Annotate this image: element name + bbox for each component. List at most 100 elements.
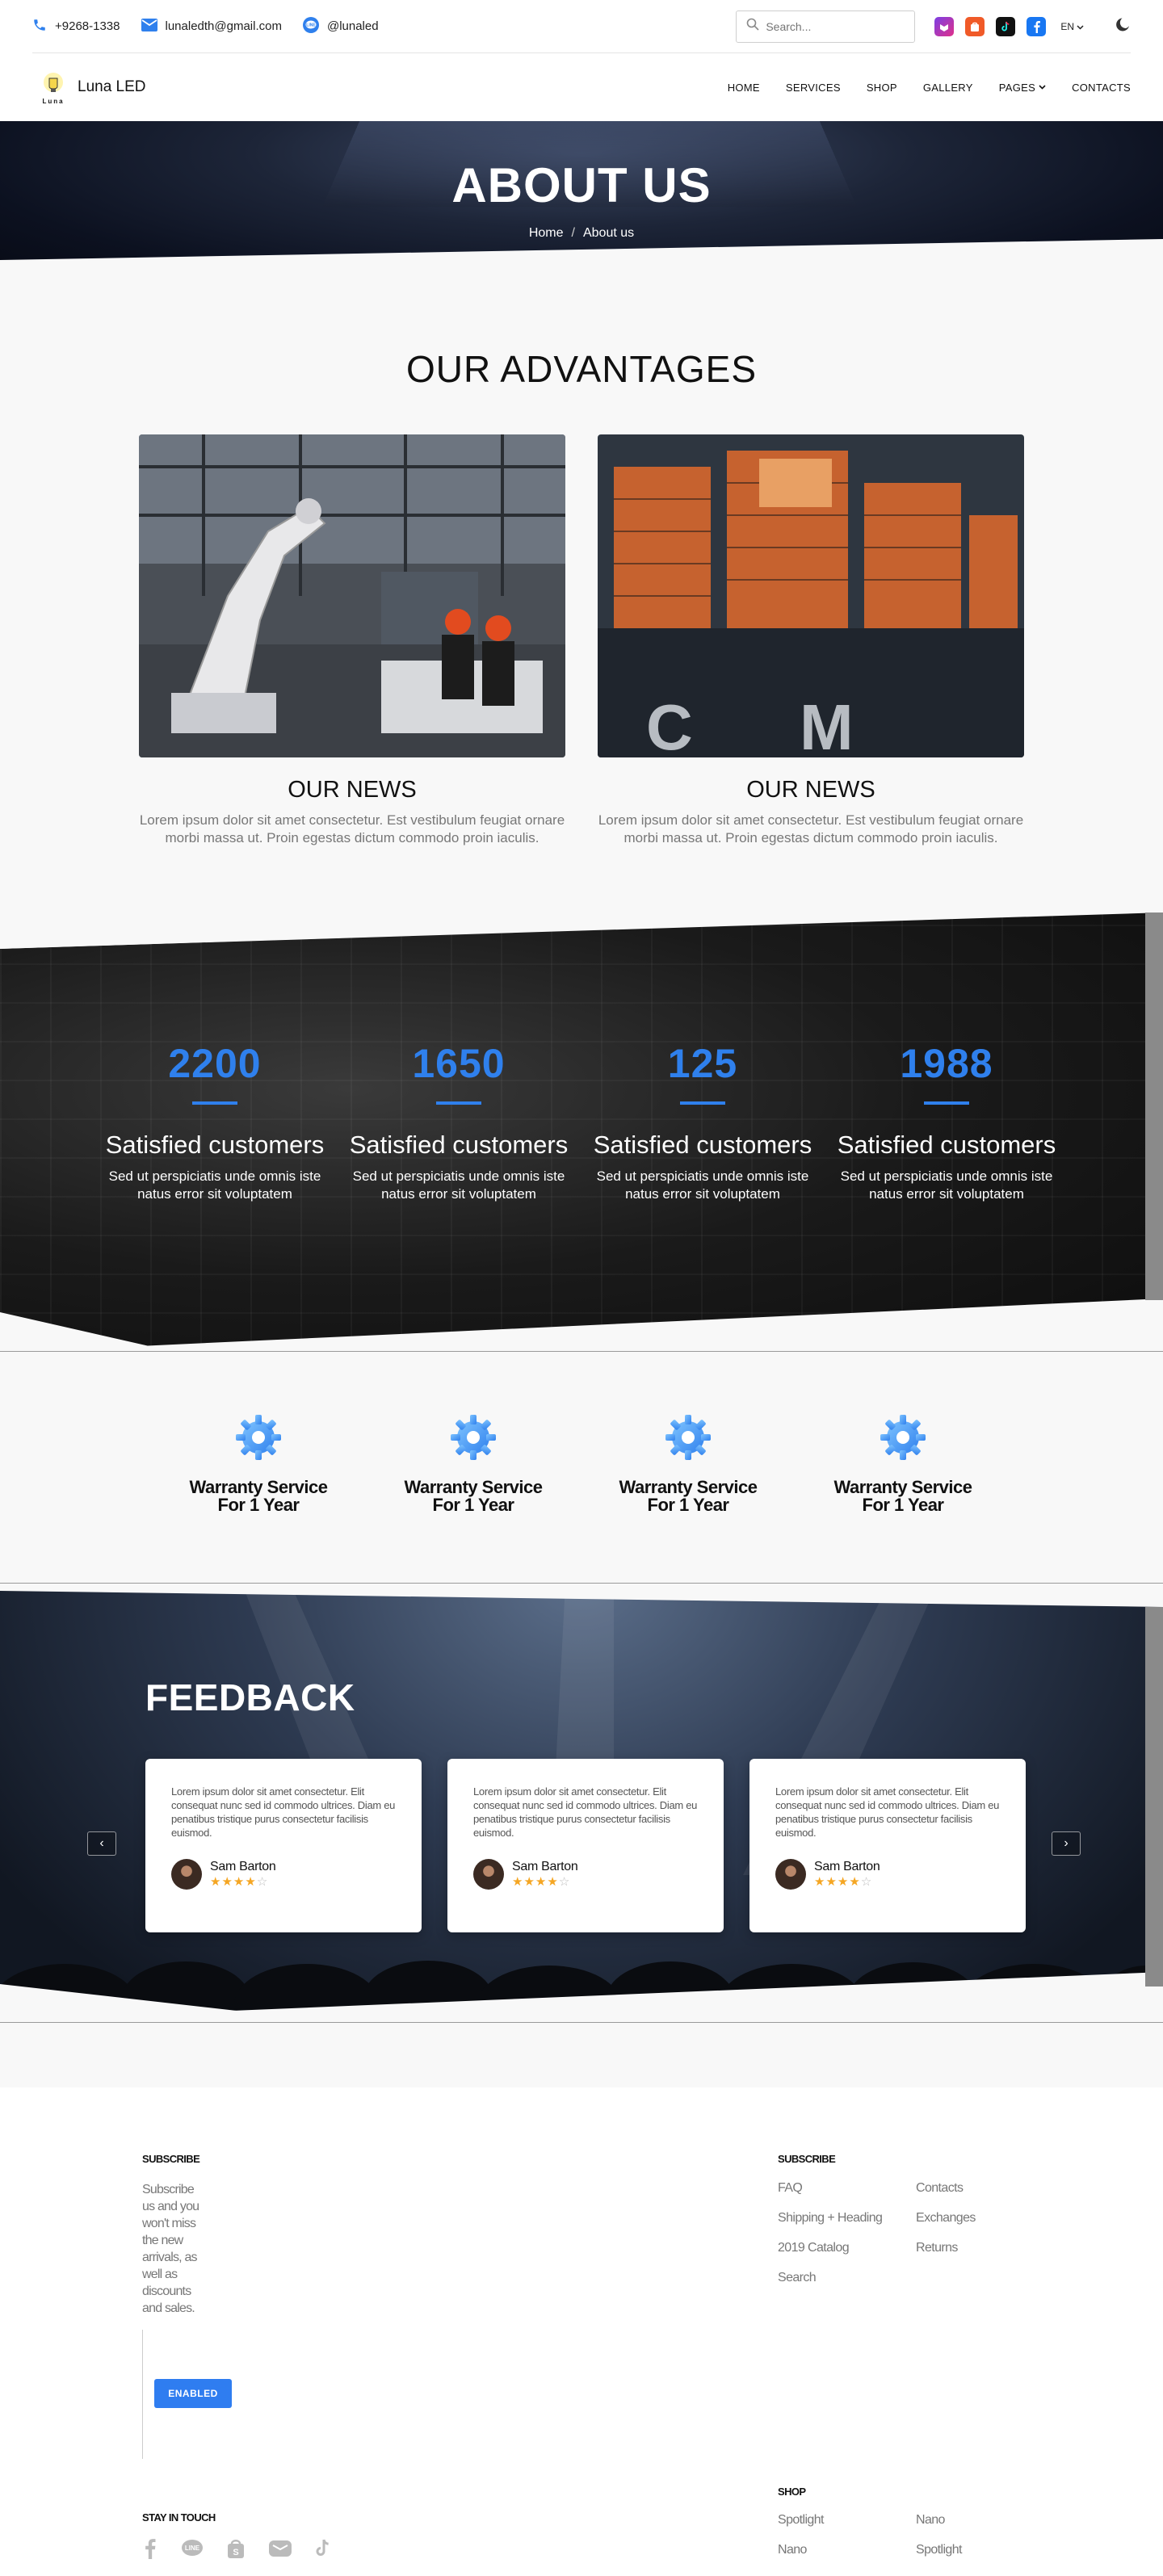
- warranty-line2: For 1 Year: [217, 1495, 300, 1515]
- star-empty-icon: ☆: [860, 1875, 873, 1889]
- star-icon: ★: [523, 1875, 535, 1889]
- brand-logo: Luna: [37, 71, 69, 105]
- star-icon: ★: [512, 1875, 524, 1889]
- nav-pages-label: PAGES: [998, 81, 1036, 94]
- stat-number: 125: [667, 1041, 738, 1086]
- mail-icon: [141, 18, 157, 35]
- line-contact[interactable]: LINE @lunaled: [302, 16, 379, 36]
- footer-link-exchanges[interactable]: Exchanges: [916, 2211, 976, 2226]
- stats-scrollbar[interactable]: [1145, 913, 1163, 1300]
- nav-shop[interactable]: SHOP: [867, 82, 897, 94]
- gear-icon: [665, 1415, 711, 1460]
- star-icon: ★: [535, 1875, 548, 1889]
- shop-link-nano[interactable]: Nano: [916, 2513, 945, 2528]
- testimonial-card[interactable]: Lorem ipsum dolor sit amet consectetur. …: [749, 1759, 1026, 1932]
- advantage-heading: OUR NEWS: [746, 777, 875, 803]
- tiktok-icon[interactable]: [996, 16, 1016, 36]
- dark-mode-toggle[interactable]: [1115, 16, 1131, 36]
- star-icon: ★: [837, 1875, 850, 1889]
- lazada-icon[interactable]: [268, 2539, 292, 2558]
- footer-link-search[interactable]: Search: [778, 2271, 817, 2285]
- shop-link-spotlight[interactable]: Spotlight: [916, 2543, 962, 2557]
- nav-pages[interactable]: PAGES: [999, 82, 1046, 94]
- testimonial-text: Lorem ipsum dolor sit amet consectetur. …: [473, 1785, 698, 1839]
- enabled-button[interactable]: ENABLED: [154, 2379, 232, 2408]
- gear-icon: [880, 1415, 926, 1460]
- lazada-icon[interactable]: [934, 16, 955, 36]
- top-right-group: EN: [736, 10, 1131, 43]
- warranty-item: Warranty Service For 1 Year: [393, 1412, 554, 1514]
- factory-robot-image: [139, 434, 565, 757]
- footer-social-icons: LINE S: [142, 2538, 331, 2559]
- warranty-line2: For 1 Year: [432, 1495, 515, 1515]
- svg-text:M: M: [800, 691, 854, 757]
- brand-name: Luna LED: [78, 78, 146, 95]
- language-selector[interactable]: EN: [1060, 21, 1084, 32]
- advantage-text: Lorem ipsum dolor sit amet consectetur. …: [139, 812, 565, 845]
- feedback-scrollbar[interactable]: [1145, 1607, 1163, 1987]
- testimonial-card[interactable]: Lorem ipsum dolor sit amet consectetur. …: [145, 1759, 422, 1932]
- search-box[interactable]: [736, 10, 916, 43]
- moon-icon: [1116, 18, 1129, 31]
- stat-underline: [680, 1101, 725, 1105]
- advantage-card[interactable]: OUR NEWS Lorem ipsum dolor sit amet cons…: [139, 434, 565, 847]
- search-input[interactable]: [766, 19, 896, 33]
- warranty-label: Warranty Service For 1 Year: [607, 1479, 769, 1514]
- subscribe-text: Subscribe us and you won't miss the new …: [142, 2183, 199, 2315]
- testimonial-card[interactable]: Lorem ipsum dolor sit amet consectetur. …: [447, 1759, 724, 1932]
- prev-button[interactable]: ‹: [87, 1831, 116, 1856]
- stat-item: 1988 Satisfied customers Sed ut perspici…: [825, 1040, 1068, 1203]
- star-empty-icon: ☆: [558, 1875, 571, 1889]
- warranty-item: Warranty Service For 1 Year: [607, 1412, 769, 1514]
- phone-contact[interactable]: +9268-1338: [32, 18, 120, 36]
- stat-heading: Satisfied customers: [349, 1131, 569, 1159]
- nav-gallery[interactable]: GALLERY: [923, 82, 973, 94]
- shop-link-nano[interactable]: Nano: [778, 2543, 807, 2557]
- nav-services[interactable]: SERVICES: [786, 82, 841, 94]
- footer-link-returns[interactable]: Returns: [916, 2241, 958, 2255]
- email-address: lunaledth@gmail.com: [165, 19, 282, 33]
- links-heading: SUBSCRIBE: [778, 2153, 836, 2165]
- star-rating: ★★★★☆: [814, 1874, 880, 1889]
- subscribe-divider: [142, 2330, 143, 2459]
- chevron-left-icon: ‹: [99, 1836, 104, 1850]
- top-bar: +9268-1338 lunaledth@gmail.com LINE @lun…: [0, 0, 1163, 53]
- stay-in-touch-heading: STAY IN TOUCH: [142, 2511, 216, 2524]
- testimonial-author: Sam Barton ★★★★☆: [775, 1859, 1001, 1890]
- line-icon[interactable]: LINE: [181, 2539, 204, 2558]
- next-button[interactable]: ›: [1052, 1831, 1081, 1856]
- container-ship-image: C M: [598, 434, 1024, 757]
- star-icon: ★: [547, 1875, 559, 1889]
- shop-link-spotlight[interactable]: Spotlight: [778, 2513, 824, 2528]
- footer-link-catalog[interactable]: 2019 Catalog: [778, 2241, 850, 2255]
- stat-heading: Satisfied customers: [837, 1131, 1056, 1159]
- facebook-icon[interactable]: [1027, 16, 1047, 36]
- advantage-card[interactable]: C M OUR NEWS Lorem ipsum dolor sit amet …: [598, 434, 1024, 847]
- warranty-item: Warranty Service For 1 Year: [822, 1412, 984, 1514]
- warranty-line2: For 1 Year: [647, 1495, 730, 1515]
- email-contact[interactable]: lunaledth@gmail.com: [141, 18, 282, 35]
- nav-contacts[interactable]: CONTACTS: [1072, 82, 1131, 94]
- tiktok-icon[interactable]: [315, 2539, 331, 2558]
- testimonial-text: Lorem ipsum dolor sit amet consectetur. …: [171, 1785, 396, 1839]
- contact-info: +9268-1338 lunaledth@gmail.com LINE @lun…: [32, 16, 379, 36]
- gear-icon: [451, 1415, 496, 1460]
- feedback-title: FEEDBACK: [145, 1676, 355, 1718]
- shopee-icon[interactable]: S: [226, 2538, 246, 2559]
- footer-link-shipping[interactable]: Shipping + Heading: [778, 2211, 883, 2226]
- advantage-heading: OUR NEWS: [288, 777, 417, 803]
- advantages-title: OUR ADVANTAGES: [405, 348, 758, 390]
- stat-text: Sed ut perspiciatis unde omnis iste natu…: [840, 1168, 1053, 1202]
- chevron-down-icon: [1077, 21, 1084, 32]
- brand[interactable]: Luna Luna LED: [37, 71, 146, 105]
- facebook-icon[interactable]: [142, 2538, 158, 2559]
- shopee-icon[interactable]: [965, 16, 985, 36]
- stat-number: 1650: [412, 1041, 506, 1086]
- section-divider: [0, 1583, 1163, 1584]
- footer-link-faq[interactable]: FAQ: [778, 2181, 803, 2196]
- author-name: Sam Barton: [814, 1860, 880, 1873]
- footer-link-contacts[interactable]: Contacts: [916, 2181, 964, 2196]
- testimonial-text: Lorem ipsum dolor sit amet consectetur. …: [775, 1785, 1000, 1839]
- stat-heading: Satisfied customers: [105, 1131, 325, 1159]
- nav-home[interactable]: HOME: [728, 82, 760, 94]
